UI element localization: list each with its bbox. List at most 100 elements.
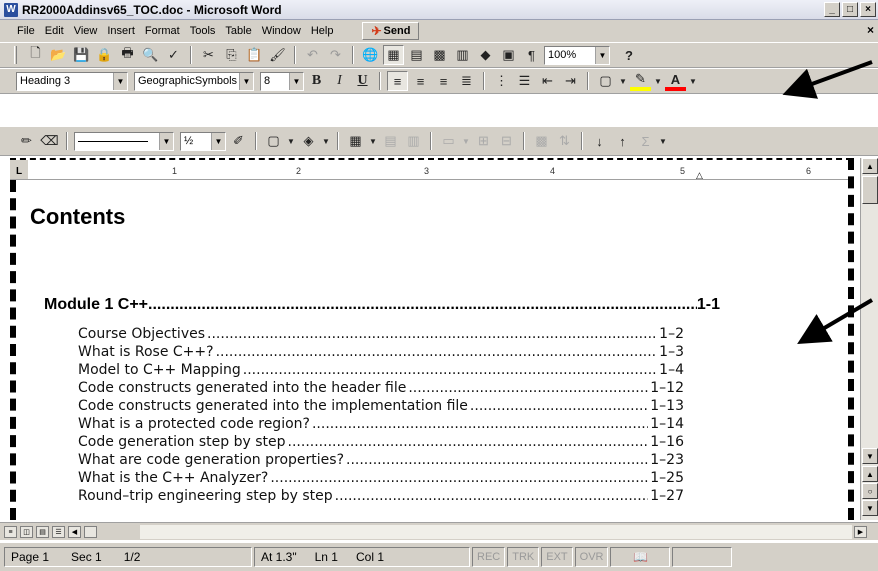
drawing-icon[interactable]: ◆ [475, 45, 496, 65]
toc-entry[interactable]: Code generation step by step 1–16 [78, 434, 684, 450]
scroll-right-icon[interactable]: ▶ [854, 526, 867, 538]
menu-help[interactable]: Help [306, 25, 339, 37]
help-icon[interactable]: ? [612, 45, 646, 65]
underline-button[interactable]: U [352, 71, 373, 91]
chevron-down-icon[interactable]: ▼ [595, 46, 609, 64]
justify-icon[interactable]: ≣ [456, 71, 477, 91]
outline-view-icon[interactable]: ☰ [52, 526, 65, 538]
line-style-select[interactable]: ▼ [74, 131, 174, 151]
chevron-down-icon[interactable]: ▼ [688, 71, 698, 91]
highlight-icon[interactable]: ✎ [630, 71, 651, 91]
chevron-down-icon[interactable]: ▼ [239, 72, 253, 90]
font-size-select[interactable]: 8 ▼ [260, 71, 304, 91]
menu-view[interactable]: View [69, 25, 103, 37]
toc-entry[interactable]: Round–trip engineering step by step 1–27 [78, 488, 684, 504]
minimize-button[interactable]: _ [824, 2, 840, 17]
redo-icon[interactable]: ↷ [325, 45, 346, 65]
menu-tools[interactable]: Tools [185, 25, 221, 37]
bold-button[interactable]: B [306, 71, 327, 91]
send-button[interactable]: ✈ Send [362, 22, 420, 40]
cut-icon[interactable]: ✂ [198, 45, 219, 65]
menu-table[interactable]: Table [220, 25, 256, 37]
spelling-status-icon[interactable]: 📖 [610, 547, 671, 567]
open-folder-icon[interactable]: 📂 [48, 45, 69, 65]
scroll-left-icon[interactable]: ◀ [68, 526, 81, 538]
draw-table-icon[interactable]: ✏ [16, 131, 37, 151]
bullets-icon[interactable]: ☰ [514, 71, 535, 91]
normal-view-icon[interactable]: ≡ [4, 526, 17, 538]
increase-indent-icon[interactable]: ⇥ [560, 71, 581, 91]
undo-icon[interactable]: ↶ [302, 45, 323, 65]
status-rec[interactable]: REC [472, 547, 506, 567]
chevron-down-icon[interactable]: ▼ [368, 131, 378, 151]
print-preview-icon[interactable]: 🔍 [140, 45, 161, 65]
sort-ascending-icon[interactable]: ↓ [589, 131, 610, 151]
menu-edit[interactable]: Edit [40, 25, 69, 37]
tab-selector[interactable]: L [10, 160, 28, 179]
toc-entry[interactable]: What is a protected code region? 1–14 [78, 416, 684, 432]
chevron-down-icon[interactable]: ▼ [461, 131, 471, 151]
merge-cells-icon[interactable]: ▤ [380, 131, 401, 151]
format-painter-icon[interactable]: 🖌 [267, 45, 288, 65]
sort-descending-icon[interactable]: ↑ [612, 131, 633, 151]
insert-table-icon[interactable]: ▤ [406, 45, 427, 65]
columns-icon[interactable]: ▥ [452, 45, 473, 65]
select-browse-object-icon[interactable]: ○ [862, 483, 878, 499]
vertical-scrollbar[interactable]: ▲ ▼ ▲ ○ ▼ [860, 158, 878, 520]
distribute-rows-icon[interactable]: ⊞ [473, 131, 494, 151]
status-ovr[interactable]: OVR [574, 547, 609, 567]
status-ext[interactable]: EXT [541, 547, 573, 567]
font-select[interactable]: GeographicSymbols ▼ [134, 71, 254, 91]
autosum-icon[interactable]: Σ [635, 131, 656, 151]
italic-button[interactable]: I [329, 71, 350, 91]
toc-entry[interactable]: Course Objectives 1–2 [78, 326, 684, 342]
split-cells-icon[interactable]: ▥ [403, 131, 424, 151]
toc-entry[interactable]: What is the C++ Analyzer? 1–25 [78, 470, 684, 486]
insert-excel-icon[interactable]: ▩ [429, 45, 450, 65]
font-color-icon[interactable]: A [665, 71, 686, 91]
chevron-down-icon[interactable]: ▼ [159, 132, 173, 150]
autoformat-icon[interactable]: ▩ [531, 131, 552, 151]
align-right-icon[interactable]: ≡ [433, 71, 454, 91]
chevron-down-icon[interactable]: ▼ [658, 131, 668, 151]
right-indent-marker[interactable]: △ [696, 170, 703, 179]
horizontal-scrollbar[interactable]: ≡ ◫ ▤ ☰ ◀ ▶ [0, 522, 878, 540]
chevron-down-icon[interactable]: ▼ [321, 131, 331, 151]
word-app-icon[interactable]: W [4, 2, 18, 17]
style-select[interactable]: Heading 3 ▼ [16, 71, 128, 91]
menu-window[interactable]: Window [257, 25, 306, 37]
chevron-down-icon[interactable]: ▼ [618, 71, 628, 91]
hyperlink-icon[interactable]: 🌐 [360, 45, 381, 65]
border-color-icon[interactable]: ✐ [228, 131, 249, 151]
align-cell-icon[interactable]: ▭ [438, 131, 459, 151]
align-center-icon[interactable]: ≡ [410, 71, 431, 91]
horizontal-ruler[interactable]: L 1 2 3 4 5 6 △ [10, 158, 852, 180]
scroll-thumb-horizontal[interactable] [84, 526, 97, 538]
document-map-icon[interactable]: ▣ [498, 45, 519, 65]
borders-icon[interactable]: ▢ [595, 71, 616, 91]
print-layout-icon[interactable]: ▤ [36, 526, 49, 538]
menu-file[interactable]: File [12, 25, 40, 37]
paste-icon[interactable]: 📋 [244, 45, 265, 65]
horizontal-scroll-track[interactable] [140, 525, 852, 539]
show-hide-icon[interactable]: ¶ [521, 45, 542, 65]
zoom-select[interactable]: 100% ▼ [544, 45, 610, 65]
new-document-icon[interactable]: 🗋 [25, 45, 46, 65]
toolbar-grip[interactable] [14, 46, 17, 64]
save-icon[interactable]: 💾 [71, 45, 92, 65]
document-page[interactable]: Contents Module 1 C++ 1-1 Course Objecti… [10, 180, 852, 520]
spelling-icon[interactable]: ✓ [163, 45, 184, 65]
toc-entry[interactable]: What are code generation properties? 1–2… [78, 452, 684, 468]
decrease-indent-icon[interactable]: ⇤ [537, 71, 558, 91]
toc-entry[interactable]: Code constructs generated into the imple… [78, 398, 684, 414]
document-close-button[interactable]: × [867, 23, 874, 37]
toc-entry[interactable]: Code constructs generated into the heade… [78, 380, 684, 396]
chevron-down-icon[interactable]: ▼ [211, 132, 225, 150]
shading-color-icon[interactable]: ◈ [298, 131, 319, 151]
toc-entry[interactable]: Model to C++ Mapping 1–4 [78, 362, 684, 378]
tables-borders-icon[interactable]: ▦ [383, 45, 404, 65]
numbering-icon[interactable]: ⋮ [491, 71, 512, 91]
next-page-icon[interactable]: ▼ [862, 500, 878, 516]
scroll-down-icon[interactable]: ▼ [862, 448, 878, 464]
distribute-columns-icon[interactable]: ⊟ [496, 131, 517, 151]
